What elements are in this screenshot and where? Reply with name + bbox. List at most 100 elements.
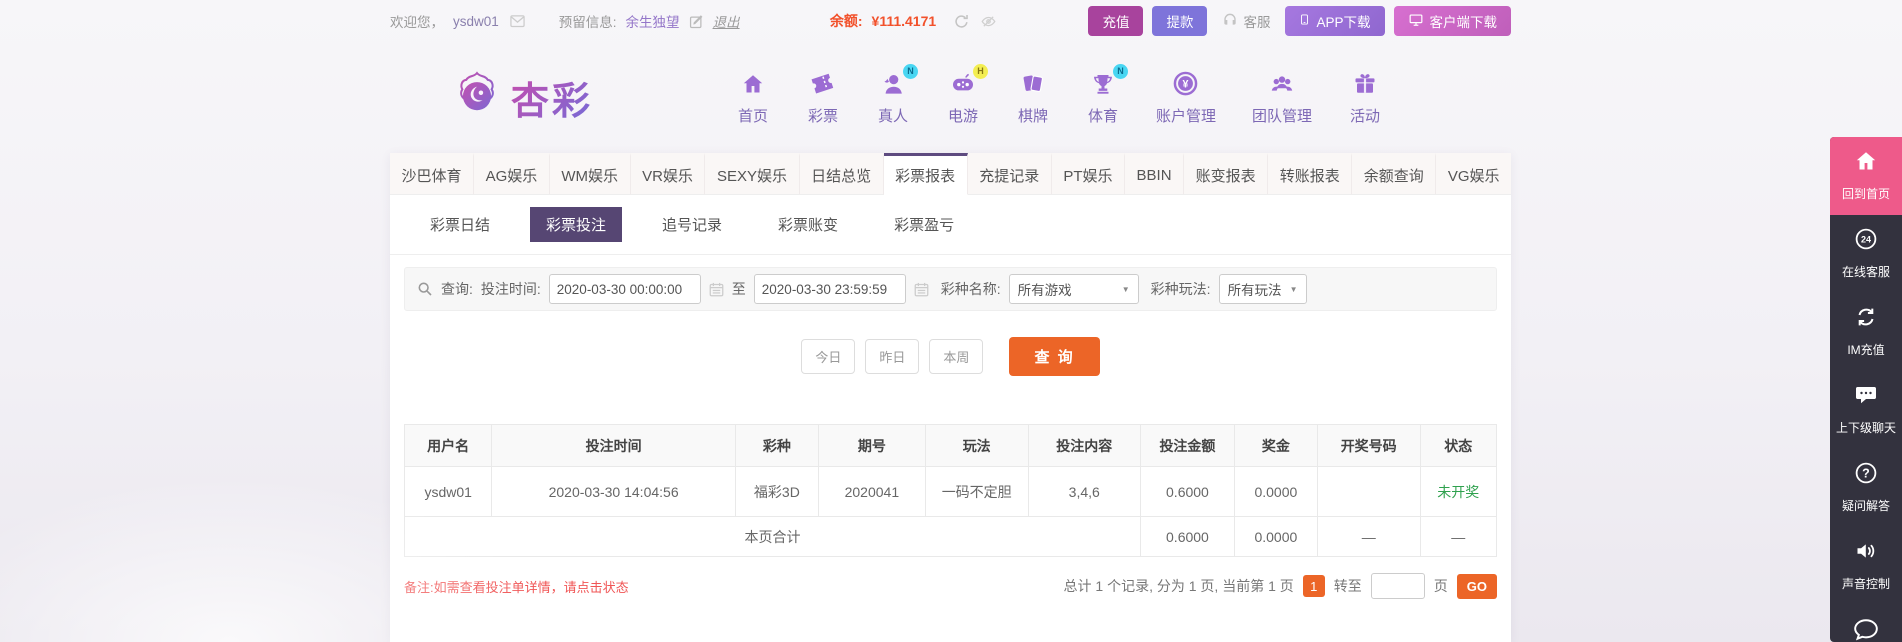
- sound-icon: [1854, 539, 1878, 568]
- col-header-3: 期号: [817, 424, 926, 467]
- tab-6[interactable]: 彩票报表: [883, 153, 968, 195]
- gift-icon: [1348, 70, 1382, 98]
- tab-9[interactable]: BBIN: [1125, 153, 1185, 195]
- client-download-button[interactable]: 客户端下载: [1393, 6, 1511, 36]
- table-cell: 0.6000: [1139, 466, 1235, 517]
- gamepad-icon: H: [946, 63, 988, 98]
- week-button[interactable]: 本周: [929, 339, 984, 374]
- site-logo[interactable]: 杏彩: [450, 68, 593, 127]
- today-button[interactable]: 今日: [801, 339, 856, 374]
- table-cell: ysdw01: [403, 466, 493, 517]
- nav-item-board[interactable]: 棋牌: [1016, 70, 1050, 126]
- edit-icon[interactable]: [689, 14, 704, 29]
- tab-2[interactable]: WM娱乐: [549, 153, 631, 195]
- page-1-button[interactable]: 1: [1302, 575, 1325, 597]
- subtab-0[interactable]: 彩票日结: [414, 207, 506, 242]
- sidebar-item-chat-bubble[interactable]: [1830, 605, 1902, 642]
- hide-balance-icon[interactable]: [979, 14, 998, 29]
- float-sidebar: 回到首页 24 在线客服 IM充值 上下级聊天 ? 疑问解答 声音控制: [1830, 137, 1902, 642]
- table-row: ysdw01 2020-03-30 14:04:56 福彩3D 2020041 一码不定…: [403, 466, 1498, 517]
- sidebar-item-faq[interactable]: ? 疑问解答: [1830, 449, 1902, 527]
- svg-text:?: ?: [1862, 466, 1870, 480]
- tab-3[interactable]: VR娱乐: [630, 153, 706, 195]
- pagination-summary: 总计 1 个记录, 分为 1 页, 当前第 1 页: [1063, 578, 1294, 594]
- nav-item-team[interactable]: 团队管理: [1252, 70, 1312, 126]
- tab-5[interactable]: 日结总览: [799, 153, 884, 195]
- chat-icon: [1854, 383, 1878, 412]
- app-download-button[interactable]: APP下载: [1285, 6, 1385, 36]
- tab-4[interactable]: SEXY娱乐: [705, 153, 800, 195]
- table-cell: 3,4,6: [1027, 466, 1141, 517]
- tab-13[interactable]: VG娱乐: [1436, 153, 1512, 195]
- calendar-from-icon[interactable]: [709, 282, 724, 297]
- col-header-4: 玩法: [924, 424, 1029, 467]
- table-cell: 0.0000: [1233, 466, 1318, 517]
- play-select[interactable]: 所有玩法 ▼: [1218, 274, 1307, 304]
- subtab-3[interactable]: 彩票账变: [762, 207, 854, 242]
- nav-item-sports[interactable]: N 体育: [1086, 63, 1128, 126]
- time-from-input[interactable]: [548, 274, 701, 304]
- game-select[interactable]: 所有游戏 ▼: [1008, 274, 1139, 304]
- query-button[interactable]: 查 询: [1009, 337, 1100, 376]
- tab-12[interactable]: 余额查询: [1352, 153, 1437, 195]
- mail-icon[interactable]: [508, 14, 527, 29]
- table-body: ysdw01 2020-03-30 14:04:56 福彩3D 2020041 一码不定…: [403, 466, 1498, 517]
- tab-11[interactable]: 转账报表: [1268, 153, 1353, 195]
- quick-range-row: 今日 昨日 本周 查 询: [390, 337, 1511, 376]
- tab-1[interactable]: AG娱乐: [474, 153, 550, 195]
- summary-row: 本页合计 0.6000 0.0000 — —: [404, 516, 1498, 557]
- go-button[interactable]: GO: [1456, 573, 1497, 599]
- calendar-to-icon[interactable]: [914, 282, 929, 297]
- sidebar-item-im-recharge[interactable]: IM充值: [1830, 293, 1902, 371]
- col-header-7: 奖金: [1233, 424, 1318, 467]
- nav-item-live[interactable]: N 真人: [876, 63, 918, 126]
- app-download-label: APP下载: [1316, 15, 1371, 30]
- subtab-2[interactable]: 追号记录: [646, 207, 738, 242]
- nav-item-label: 活动: [1350, 107, 1381, 125]
- time-to-input[interactable]: [753, 274, 906, 304]
- sidebar-item-label: 在线客服: [1841, 265, 1890, 279]
- nav-item-lottery[interactable]: 彩票: [806, 70, 840, 126]
- sidebar-item-sound-control[interactable]: 声音控制: [1830, 527, 1902, 605]
- nav-item-home[interactable]: 首页: [736, 70, 770, 126]
- tab-0[interactable]: 沙巴体育: [390, 153, 475, 195]
- goto-label: 转至: [1333, 578, 1362, 594]
- subtab-1[interactable]: 彩票投注: [530, 207, 623, 242]
- tab-7[interactable]: 充提记录: [967, 153, 1052, 195]
- goto-page-input[interactable]: [1370, 573, 1425, 599]
- filter-bar: 查询: 投注时间: 至 彩种名称: 所有游戏 ▼ 彩种玩法: 所有玩法 ▼: [404, 267, 1497, 311]
- status-link[interactable]: 未开奖: [1437, 484, 1479, 500]
- nav-item-egame[interactable]: H 电游: [946, 63, 988, 126]
- logout-link[interactable]: 退出: [713, 11, 740, 31]
- customer-service-link[interactable]: 客服: [1222, 11, 1270, 31]
- nav-item-label: 团队管理: [1252, 107, 1313, 125]
- reserved-label: 预留信息:: [558, 15, 617, 30]
- nav-item-promo[interactable]: 活动: [1348, 70, 1382, 126]
- brand-row: 杏彩 首页 彩票 N 真人 H 电游 棋牌 N 体育 ¥ 账户管理 团队管理 活…: [390, 42, 1511, 153]
- yesterday-button[interactable]: 昨日: [865, 339, 920, 374]
- coin-icon: ¥: [1169, 70, 1203, 98]
- tab-10[interactable]: 账变报表: [1184, 153, 1269, 195]
- monitor-icon: [1408, 13, 1424, 30]
- table-cell: [1316, 466, 1421, 517]
- recharge-button[interactable]: 充值: [1088, 6, 1144, 36]
- phone-icon: [1299, 12, 1310, 30]
- nav-item-account[interactable]: ¥ 账户管理: [1156, 70, 1216, 126]
- subtab-4[interactable]: 彩票盈亏: [878, 207, 970, 242]
- nav-item-label: 首页: [737, 107, 768, 125]
- refresh-icon: [1854, 305, 1878, 334]
- headset-icon: [1222, 12, 1238, 31]
- topbar-actions: 充值 提款 客服 APP下载 客户端下载: [1088, 6, 1511, 36]
- sidebar-item-online-service[interactable]: 24 在线客服: [1830, 215, 1902, 293]
- withdraw-button[interactable]: 提款: [1152, 6, 1208, 36]
- summary-label: 本页合计: [404, 516, 1141, 557]
- chevron-down-icon: ▼: [1121, 284, 1130, 294]
- sidebar-item-back-home[interactable]: 回到首页: [1830, 137, 1902, 215]
- brand-name: 杏彩: [511, 70, 593, 125]
- report-subtabs: 彩票日结 彩票投注 追号记录 彩票账变 彩票盈亏: [390, 195, 1511, 255]
- refresh-balance-icon[interactable]: [953, 13, 970, 30]
- sidebar-item-updown-chat[interactable]: 上下级聊天: [1830, 371, 1902, 449]
- tab-8[interactable]: PT娱乐: [1051, 153, 1126, 195]
- sidebar-item-label: 上下级聊天: [1835, 421, 1896, 435]
- logo-flower-icon: [450, 68, 504, 127]
